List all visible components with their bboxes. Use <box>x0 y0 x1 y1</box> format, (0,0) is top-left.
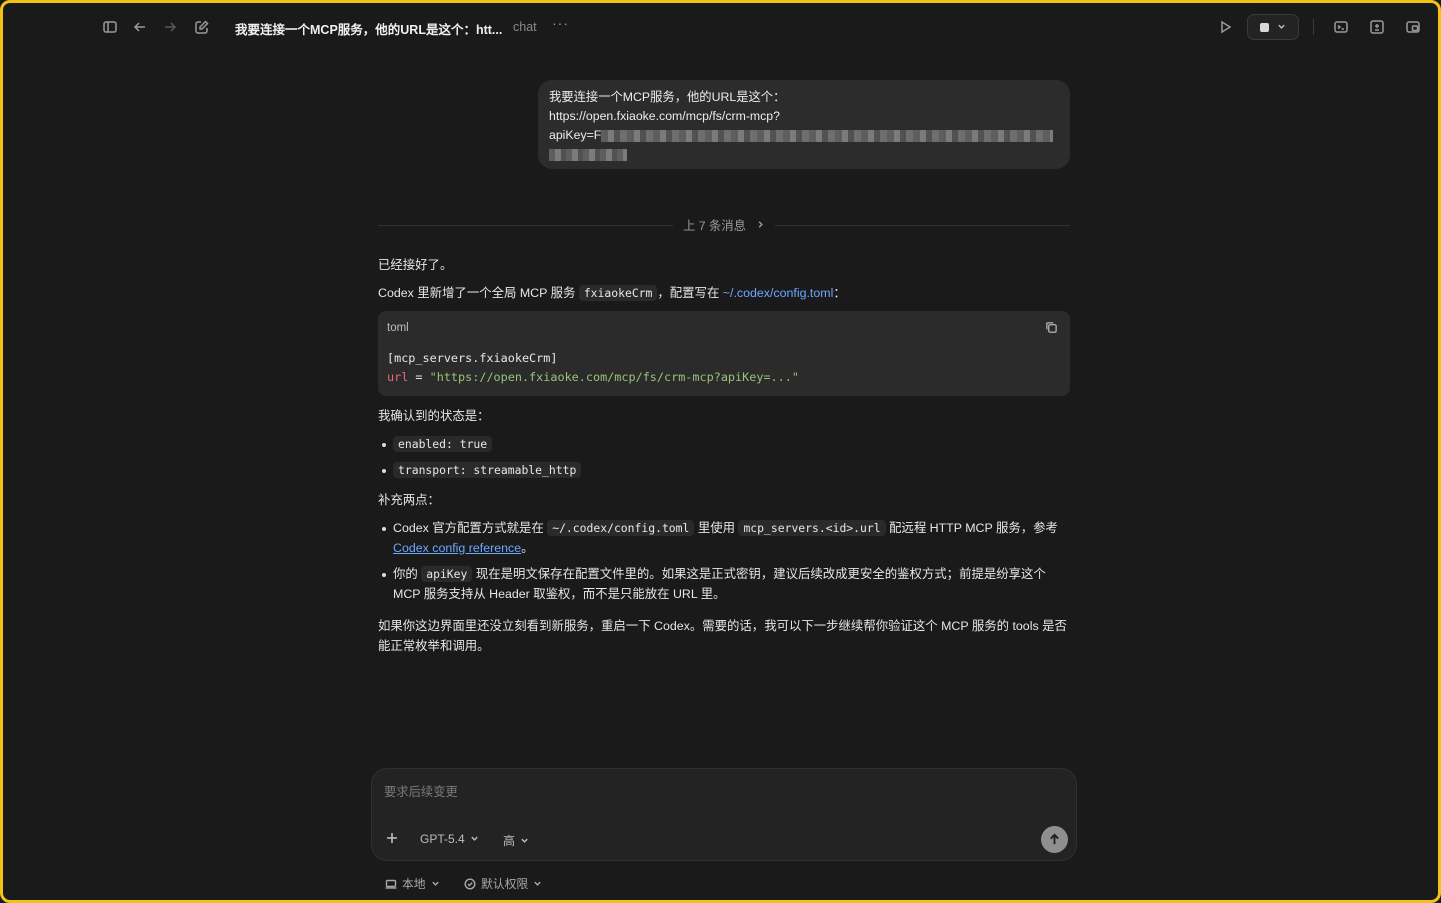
text: 现在是明文保存在配置文件里的。如果这是正式密钥，建议后续改成更安全的鉴权方式；前… <box>393 567 1046 601</box>
codex-config-reference-link[interactable]: Codex config reference <box>393 541 521 555</box>
text: ，配置写在 <box>657 286 723 300</box>
forward-arrow-icon[interactable] <box>161 18 179 36</box>
arrow-up-icon <box>1050 833 1059 845</box>
permission-selector[interactable]: 默认权限 <box>464 875 542 892</box>
config-file-link[interactable]: ~/.codex/config.toml <box>723 286 834 300</box>
text: 你的 <box>393 567 422 581</box>
list-item: 你的 apiKey 现在是明文保存在配置文件里的。如果这是正式密钥，建议后续改成… <box>378 564 1070 604</box>
chevron-down-icon <box>1277 18 1286 36</box>
earlier-messages-toggle[interactable]: 上 7 条消息 <box>673 216 775 234</box>
back-arrow-icon[interactable] <box>131 18 149 36</box>
chevron-down-icon <box>520 834 529 848</box>
divider-line <box>378 224 674 226</box>
text: 里使用 <box>694 521 739 535</box>
toolbar-divider <box>1313 19 1314 35</box>
chevron-down-icon <box>431 877 440 891</box>
code-block: toml [mcp_servers.fxiaokeCrm] url = "htt… <box>378 311 1070 396</box>
chevron-down-icon <box>470 832 479 846</box>
code-string: "https://open.fxiaoke.com/mcp/fs/crm-mcp… <box>429 370 799 384</box>
run-play-icon[interactable] <box>1216 18 1234 36</box>
reasoning-effort-selector[interactable]: 高 <box>503 832 529 849</box>
text: ： <box>833 286 846 300</box>
redacted-blur <box>601 129 1054 142</box>
code-content: [mcp_servers.fxiaokeCrm] url = "https://… <box>387 349 799 387</box>
divider-line <box>774 224 1070 226</box>
inline-code: transport: streamable_http <box>393 462 582 478</box>
code-key: url <box>387 370 409 384</box>
redacted-blur <box>549 148 627 161</box>
code-language-label: toml <box>387 322 409 334</box>
list-item: Codex 官方配置方式就是在 ~/.codex/config.toml 里使用… <box>378 518 1070 558</box>
inline-code: fxiaokeCrm <box>578 285 658 301</box>
paragraph: 已经接好了。 <box>378 258 453 272</box>
thread-title: 我要连接一个MCP服务，他的URL是这个：htt... <box>235 23 503 37</box>
text: Codex 官方配置方式就是在 <box>393 521 548 535</box>
text: 配远程 HTTP MCP 服务，参考 <box>885 521 1058 535</box>
shield-icon <box>464 877 476 890</box>
inline-code: ~/.codex/config.toml <box>547 520 695 536</box>
paragraph: Codex 里新增了一个全局 MCP 服务 fxiaokeCrm ，配置写在 ~/… <box>378 283 1070 303</box>
chevron-right-icon <box>756 218 765 232</box>
code-op: = <box>408 370 430 384</box>
app-window: 我要连接一个MCP服务，他的URL是这个：htt... chat ··· 我要连… <box>0 0 1441 903</box>
cube-icon <box>1260 22 1269 32</box>
user-message-bubble: 我要连接一个MCP服务，他的URL是这个： https://open.fxiao… <box>538 80 1070 169</box>
earlier-messages-separator[interactable]: 上 7 条消息 <box>378 215 1070 235</box>
model-selector[interactable]: GPT-5.4 <box>420 832 479 846</box>
add-attachment-icon[interactable] <box>385 831 401 847</box>
user-message-line: 我要连接一个MCP服务，他的URL是这个： <box>549 90 786 104</box>
permission-label: 默认权限 <box>481 877 529 891</box>
environment-local-selector[interactable]: 本地 <box>385 875 440 892</box>
more-options-icon[interactable]: ··· <box>552 15 569 31</box>
user-message-line <box>549 145 1059 164</box>
status-list: enabled: true transport: streamable_http <box>378 434 1070 480</box>
user-message-text: apiKey=F <box>549 128 602 142</box>
send-button[interactable] <box>1041 826 1068 853</box>
paragraph: 如果你这边界面里还没立刻看到新服务，重启一下 Codex。需要的话，我可以下一步… <box>378 619 1067 653</box>
sidebar-toggle-icon[interactable] <box>101 18 119 36</box>
chevron-down-icon <box>533 877 542 891</box>
model-label: GPT-5.4 <box>420 832 465 846</box>
split-window-icon[interactable] <box>1404 18 1422 36</box>
text: 。 <box>521 541 534 555</box>
user-message-line: apiKey=F <box>549 126 1059 145</box>
top-bar: 我要连接一个MCP服务，他的URL是这个：htt... chat ··· <box>3 3 1438 53</box>
notes-list: Codex 官方配置方式就是在 ~/.codex/config.toml 里使用… <box>378 518 1070 604</box>
list-item: transport: streamable_http <box>378 460 1070 480</box>
composer-input-placeholder[interactable]: 要求后续变更 <box>384 782 458 800</box>
environment-selector[interactable] <box>1247 14 1299 40</box>
copy-icon[interactable] <box>1045 320 1058 333</box>
text: Codex 里新增了一个全局 MCP 服务 <box>378 286 579 300</box>
diff-panel-icon[interactable] <box>1368 18 1386 36</box>
list-item: enabled: true <box>378 434 1070 454</box>
code-line: [mcp_servers.fxiaokeCrm] <box>387 351 558 365</box>
paragraph: 补充两点： <box>378 493 440 507</box>
environment-label: 本地 <box>402 877 426 891</box>
thread-subtitle: chat <box>513 20 537 34</box>
composer[interactable]: 要求后续变更 GPT-5.4 高 <box>371 768 1077 861</box>
inline-code: mcp_servers.<id>.url <box>738 520 886 536</box>
earlier-messages-label: 上 7 条消息 <box>683 219 746 233</box>
laptop-icon <box>385 879 397 889</box>
assistant-message: 已经接好了。 Codex 里新增了一个全局 MCP 服务 fxiaokeCrm，… <box>378 255 1070 664</box>
paragraph: 我确认到的状态是： <box>378 409 490 423</box>
user-message-line: https://open.fxiaoke.com/mcp/fs/crm-mcp? <box>549 109 780 123</box>
inline-code: apiKey <box>421 566 473 582</box>
new-chat-edit-icon[interactable] <box>193 18 211 36</box>
inline-code: enabled: true <box>393 436 493 452</box>
terminal-icon[interactable] <box>1332 18 1350 36</box>
effort-label: 高 <box>503 834 516 848</box>
